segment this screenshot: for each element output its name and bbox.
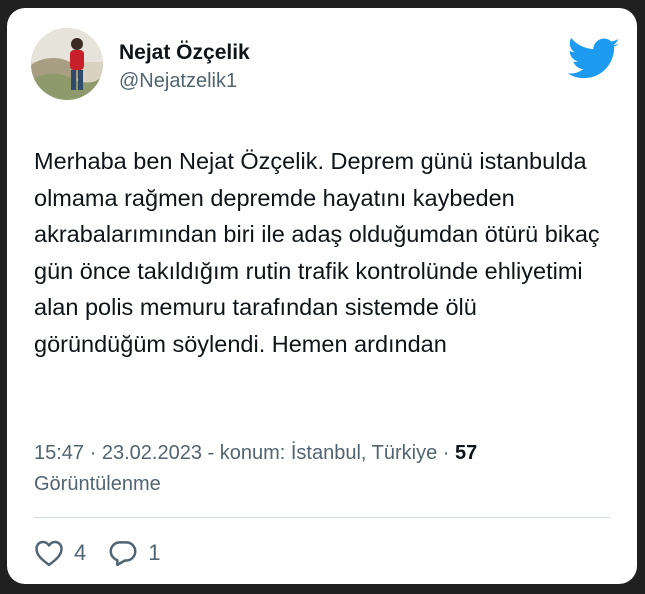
reply-icon xyxy=(109,541,137,567)
meta-separator: · xyxy=(84,442,102,464)
avatar[interactable] xyxy=(31,28,103,100)
tweet-time[interactable]: 15:47 xyxy=(34,442,84,464)
tweet-text: Merhaba ben Nejat Özçelik. Deprem günü i… xyxy=(34,148,600,357)
author-name[interactable]: Nejat Özçelik xyxy=(119,41,250,65)
tweet-location: konum: İstanbul, Türkiye xyxy=(219,442,438,464)
views-label: Görüntülenme xyxy=(34,473,161,495)
reply-button[interactable]: 1 xyxy=(108,539,161,567)
twitter-bird-icon[interactable] xyxy=(567,38,621,82)
author-handle[interactable]: @Nejatzelik1 xyxy=(119,70,237,93)
tweet-header: Nejat Özçelik @Nejatzelik1 xyxy=(31,28,621,108)
tweet-meta: 15:47 · 23.02.2023 - konum: İstanbul, Tü… xyxy=(34,438,614,500)
screenshot-frame: Nejat Özçelik @Nejatzelik1 Merhaba ben N… xyxy=(0,0,645,594)
divider xyxy=(34,517,610,518)
views-count: 57 xyxy=(455,442,478,464)
meta-separator: - xyxy=(201,442,220,464)
reply-count: 1 xyxy=(148,540,161,565)
tweet-card: Nejat Özçelik @Nejatzelik1 Merhaba ben N… xyxy=(7,8,637,584)
tweet-date[interactable]: 23.02.2023 xyxy=(102,442,202,464)
like-button[interactable]: 4 xyxy=(34,539,86,567)
action-bar: 4 1 xyxy=(34,535,183,571)
heart-icon xyxy=(35,540,63,567)
meta-separator: · xyxy=(437,442,456,464)
like-count: 4 xyxy=(74,540,87,565)
